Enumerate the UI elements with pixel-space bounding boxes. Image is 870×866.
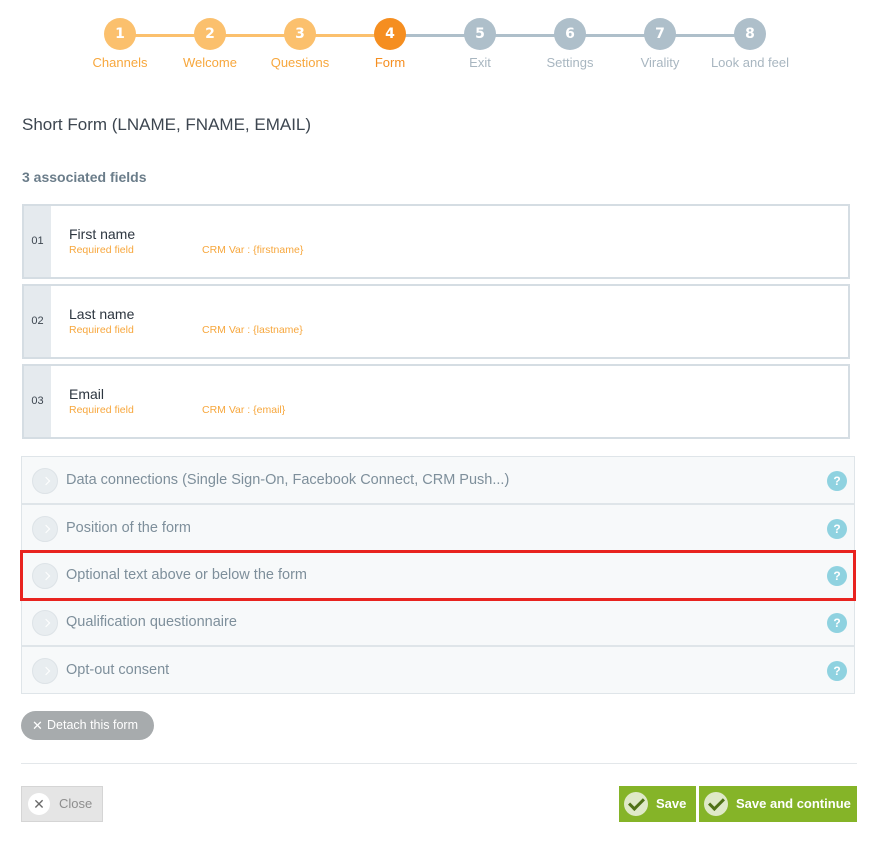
detach-form-button[interactable]: ✕ Detach this form [21,711,154,740]
step-label: Form [374,55,406,70]
accordion-qualification-questionnaire[interactable]: Qualification questionnaire ? [21,598,855,646]
save-label: Save [656,796,687,811]
step-virality[interactable]: 7 Virality [610,18,710,70]
help-icon[interactable]: ? [827,519,847,539]
field-row-last-name[interactable]: 02 Last name Required field CRM Var : {l… [22,284,850,359]
accordion-opt-out-consent[interactable]: Opt-out consent ? [21,646,855,694]
accordion-label: Data connections (Single Sign-On, Facebo… [66,472,510,488]
step-label: Virality [640,55,680,70]
chevron-right-icon [32,516,58,542]
step-number: 1 [104,18,136,50]
chevron-right-icon [32,610,58,636]
step-welcome[interactable]: 2 Welcome [160,18,260,70]
step-label: Exit [469,55,491,70]
step-exit[interactable]: 5 Exit [430,18,530,70]
accordion-label: Qualification questionnaire [66,614,237,630]
fields-count: 3 associated fields [22,169,147,185]
step-label: Channels [92,55,148,70]
step-label: Questions [270,55,330,70]
step-channels[interactable]: 1 Channels [70,18,170,70]
field-name: Last name [69,306,135,322]
step-number: 7 [644,18,676,50]
field-row-email[interactable]: 03 Email Required field CRM Var : {email… [22,364,850,439]
accordion-label: Optional text above or below the form [66,567,307,583]
form-title: Short Form (LNAME, FNAME, EMAIL) [22,115,312,134]
chevron-right-icon [32,563,58,589]
accordion-data-connections[interactable]: Data connections (Single Sign-On, Facebo… [21,456,855,504]
check-icon [624,792,648,816]
step-number: 5 [464,18,496,50]
field-crm-var: CRM Var : {lastname} [202,324,303,336]
step-number: 8 [734,18,766,50]
step-number: 3 [284,18,316,50]
field-row-first-name[interactable]: 01 First name Required field CRM Var : {… [22,204,850,279]
help-icon[interactable]: ? [827,661,847,681]
accordion-position-of-form[interactable]: Position of the form ? [21,504,855,552]
field-index: 01 [24,206,51,277]
close-label: Close [59,796,93,811]
step-number: 2 [194,18,226,50]
field-required: Required field [69,244,134,256]
step-questions[interactable]: 3 Questions [250,18,350,70]
field-crm-var: CRM Var : {firstname} [202,244,304,256]
step-number: 6 [554,18,586,50]
field-required: Required field [69,324,134,336]
close-x-icon: ✕ [32,718,43,733]
save-continue-label: Save and continue [736,796,851,811]
field-crm-var: CRM Var : {email} [202,404,286,416]
accordion-label: Position of the form [66,520,191,536]
field-name: Email [69,386,105,402]
step-number: 4 [374,18,406,50]
accordion-optional-text[interactable]: Optional text above or below the form ? [21,551,855,599]
field-name: First name [69,226,136,242]
field-required: Required field [69,404,134,416]
save-and-continue-button[interactable]: Save and continue [699,786,857,822]
step-settings[interactable]: 6 Settings [520,18,620,70]
close-x-icon: ✕ [28,793,50,815]
step-look-and-feel[interactable]: 8 Look and feel [700,18,800,70]
chevron-right-icon [32,468,58,494]
detach-label: Detach this form [47,718,139,732]
accordion-label: Opt-out consent [66,662,170,678]
help-icon[interactable]: ? [827,566,847,586]
save-button[interactable]: Save [619,786,696,822]
help-icon[interactable]: ? [827,613,847,633]
divider [21,763,857,764]
progress-stepper: 1 Channels 2 Welcome 3 Questions 4 Form … [0,18,870,74]
step-label: Look and feel [710,55,790,70]
field-index: 03 [24,366,51,437]
check-icon [704,792,728,816]
step-label: Welcome [183,55,237,70]
field-index: 02 [24,286,51,357]
step-form[interactable]: 4 Form [340,18,440,70]
chevron-right-icon [32,658,58,684]
step-label: Settings [546,55,594,70]
help-icon[interactable]: ? [827,471,847,491]
close-button[interactable]: ✕ Close [21,786,103,822]
